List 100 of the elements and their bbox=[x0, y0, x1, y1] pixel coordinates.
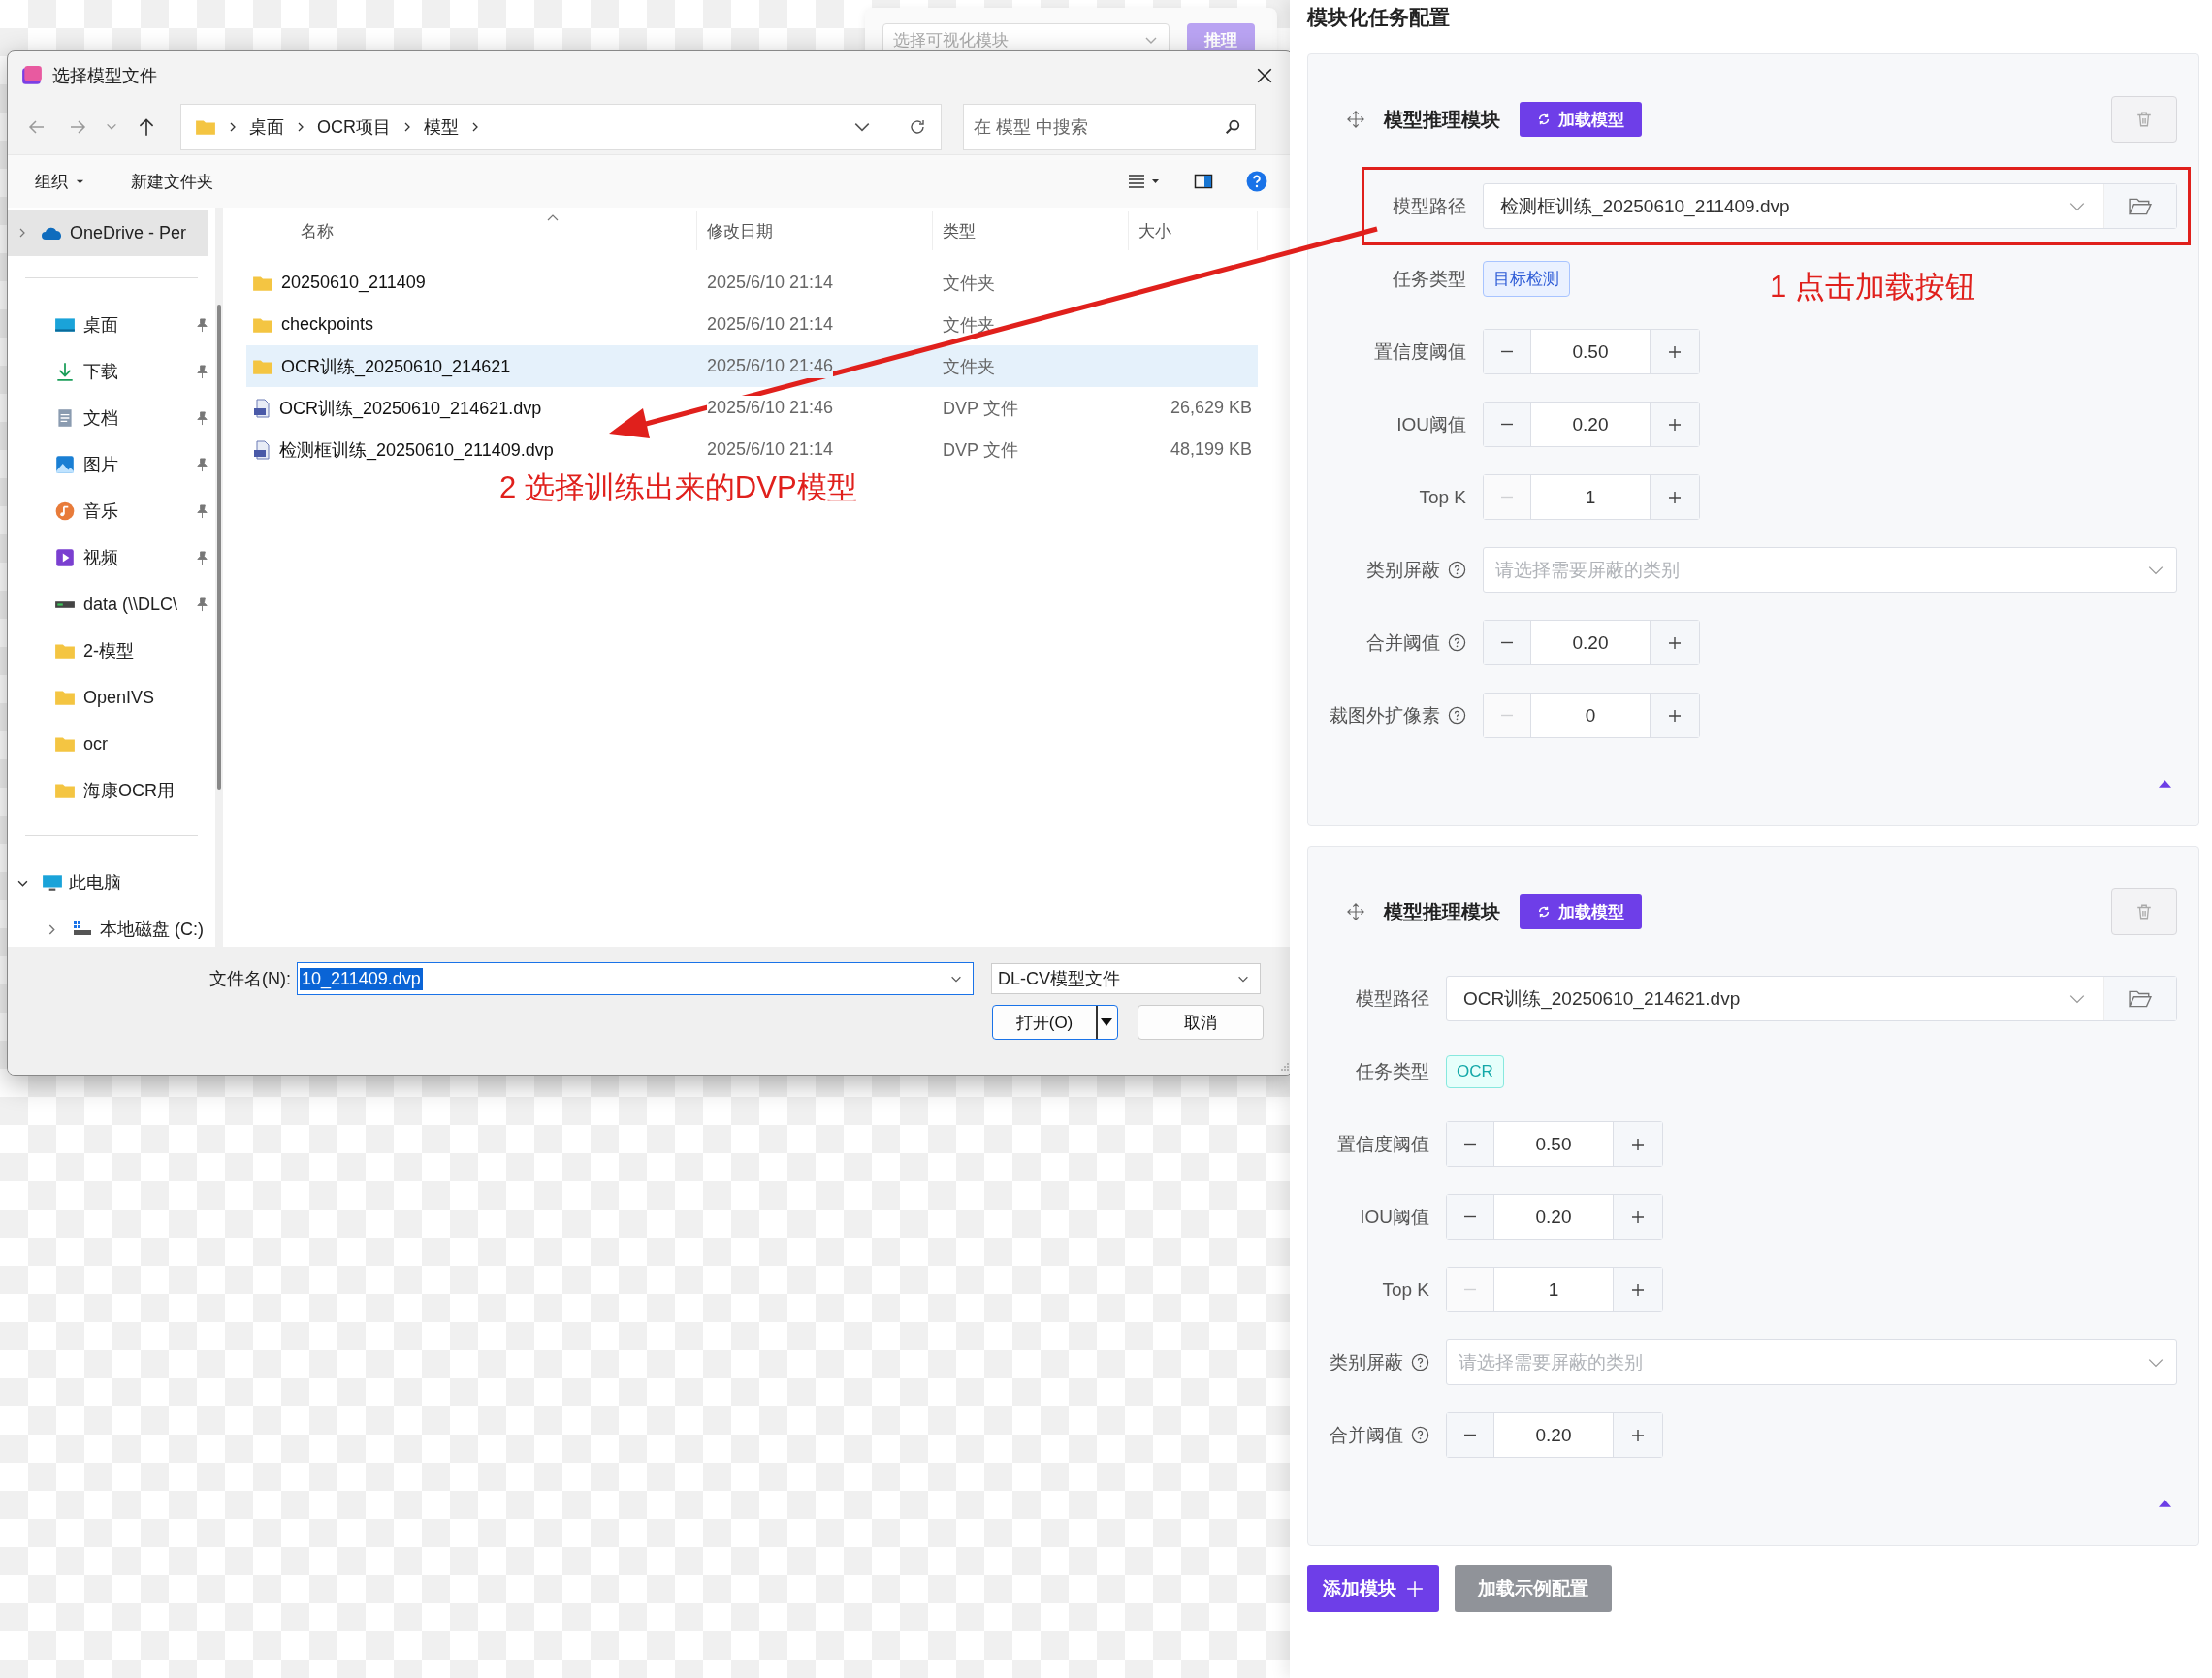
help-icon[interactable] bbox=[1246, 171, 1267, 192]
help-icon[interactable] bbox=[1448, 633, 1466, 652]
column-header[interactable]: 名称 bbox=[246, 211, 697, 250]
folder-icon bbox=[2129, 196, 2152, 216]
file-type-select[interactable]: DL-CV模型文件 bbox=[991, 963, 1261, 994]
organize-menu[interactable]: 组织 bbox=[35, 170, 84, 193]
task-type-tag: 目标检测 bbox=[1483, 261, 1570, 297]
search-icon bbox=[1224, 118, 1241, 136]
field-label: 合并阈值 bbox=[1366, 630, 1440, 655]
sidebar-item[interactable]: 本地磁盘 (C:) bbox=[8, 906, 215, 952]
preview-pane-icon[interactable] bbox=[1194, 172, 1213, 191]
cloud-icon bbox=[41, 225, 64, 241]
add-module-button[interactable]: 添加模块 bbox=[1307, 1565, 1439, 1612]
field-label: 类别屏蔽 bbox=[1366, 558, 1440, 582]
minus-icon bbox=[1499, 714, 1515, 717]
drag-handle-icon[interactable] bbox=[1347, 111, 1364, 128]
annotation-text: 1 点击加载按钮 bbox=[1770, 269, 1975, 306]
panel-title: 模块化任务配置 bbox=[1307, 5, 1451, 30]
file-row[interactable]: OCR训练_20250610_214621 2025/6/10 21:46 文件夹 bbox=[246, 345, 1258, 387]
chevron-right-icon bbox=[296, 122, 305, 132]
close-icon[interactable] bbox=[1256, 67, 1273, 84]
scrollbar[interactable] bbox=[217, 305, 221, 790]
drag-handle-icon[interactable] bbox=[1347, 903, 1364, 920]
refresh-icon bbox=[1537, 113, 1551, 126]
field-label: 置信度阈值 bbox=[1337, 1132, 1429, 1156]
file-type: DVP 文件 bbox=[942, 397, 1019, 420]
field-label: Top K bbox=[1382, 1278, 1429, 1301]
module-title: 模型推理模块 bbox=[1384, 899, 1500, 924]
stepper-value: 1 bbox=[1584, 485, 1597, 509]
filename-field[interactable]: 10_211409.dvp bbox=[297, 962, 974, 995]
file-name: 检测框训练_20250610_211409.dvp bbox=[279, 438, 554, 462]
field-label: 置信度阈值 bbox=[1374, 339, 1466, 364]
search-field[interactable]: 在 模型 中搜索 bbox=[963, 104, 1256, 150]
field-label: 模型路径 bbox=[1392, 194, 1466, 218]
sidebar-item[interactable]: 2-模型 bbox=[8, 628, 215, 674]
plus-icon bbox=[1406, 1580, 1424, 1597]
help-icon[interactable] bbox=[1448, 706, 1466, 725]
annotation-text: 2 选择训练出来的DVP模型 bbox=[499, 469, 857, 506]
stepper-value: 0.20 bbox=[1571, 412, 1610, 436]
resize-grip-icon[interactable] bbox=[1280, 1062, 1290, 1072]
sidebar-item[interactable]: 此电脑 bbox=[8, 859, 215, 906]
breadcrumb-item[interactable]: 模型 bbox=[424, 115, 459, 139]
plus-icon bbox=[1630, 1136, 1646, 1152]
minus-icon bbox=[1499, 350, 1515, 353]
file-name: checkpoints bbox=[281, 314, 374, 335]
help-icon[interactable] bbox=[1448, 561, 1466, 579]
folder-icon bbox=[252, 357, 273, 375]
browse-button[interactable] bbox=[2103, 184, 2176, 228]
browse-button[interactable] bbox=[2103, 977, 2176, 1020]
sidebar-item[interactable]: 视频 bbox=[8, 534, 215, 581]
stepper-value: 0.50 bbox=[1571, 339, 1610, 364]
help-icon[interactable] bbox=[1411, 1353, 1429, 1371]
minus-icon bbox=[1462, 1434, 1478, 1436]
stepper-value: 1 bbox=[1547, 1277, 1560, 1302]
delete-button[interactable] bbox=[2111, 888, 2177, 935]
sidebar-item[interactable]: 海康OCR用 bbox=[8, 767, 215, 814]
view-options-icon[interactable] bbox=[1126, 172, 1161, 191]
breadcrumb-item[interactable]: OCR项目 bbox=[317, 115, 391, 139]
minus-icon bbox=[1499, 641, 1515, 644]
collapse-icon[interactable] bbox=[2159, 1499, 2171, 1507]
plus-icon bbox=[1667, 343, 1683, 360]
sidebar-item[interactable]: OpenIVS bbox=[8, 674, 215, 721]
download-icon bbox=[54, 361, 76, 382]
cancel-button[interactable]: 取消 bbox=[1138, 1005, 1264, 1040]
plus-icon bbox=[1630, 1209, 1646, 1225]
chevron-right-icon[interactable] bbox=[470, 122, 480, 132]
breadcrumb-item[interactable]: 桌面 bbox=[249, 115, 284, 139]
folder-icon bbox=[195, 118, 216, 136]
help-icon[interactable] bbox=[1411, 1426, 1429, 1444]
refresh-icon[interactable] bbox=[908, 117, 927, 137]
file-name: 20250610_211409 bbox=[281, 273, 426, 293]
stepper-value: 0.20 bbox=[1534, 1423, 1573, 1447]
chevron-right-icon bbox=[228, 122, 238, 132]
column-header[interactable]: 修改日期 bbox=[697, 211, 933, 250]
trash-icon bbox=[2135, 111, 2153, 128]
sidebar-item[interactable]: data (\\DLC\ bbox=[8, 581, 215, 628]
sidebar-item[interactable]: 图片 bbox=[8, 441, 215, 488]
sidebar-item[interactable]: 下载 bbox=[8, 348, 215, 395]
sidebar-item[interactable]: 文档 bbox=[8, 395, 215, 441]
stepper-value: 0.20 bbox=[1571, 630, 1610, 655]
column-header[interactable]: 大小 bbox=[1129, 211, 1258, 250]
address-bar[interactable]: 桌面 OCR项目 模型 bbox=[180, 104, 942, 150]
trash-icon bbox=[2135, 903, 2153, 920]
music-icon bbox=[54, 500, 76, 522]
open-button[interactable]: 打开(O) bbox=[992, 1005, 1118, 1040]
column-header[interactable]: 类型 bbox=[933, 211, 1129, 250]
sidebar-item[interactable]: ocr bbox=[8, 721, 215, 767]
minus-icon bbox=[1462, 1143, 1478, 1146]
load-model-button[interactable]: 加载模型 bbox=[1520, 102, 1642, 137]
model-path-field[interactable]: OCR训练_20250610_214621.dvp bbox=[1446, 976, 2177, 1021]
load-model-button[interactable]: 加载模型 bbox=[1520, 894, 1642, 929]
model-path-field[interactable]: 检测框训练_20250610_211409.dvp bbox=[1483, 183, 2177, 229]
sidebar-item[interactable]: 音乐 bbox=[8, 488, 215, 534]
collapse-icon[interactable] bbox=[2159, 779, 2171, 788]
delete-button[interactable] bbox=[2111, 96, 2177, 143]
sidebar-item[interactable]: 桌面 bbox=[8, 302, 215, 348]
task-type-tag: OCR bbox=[1446, 1054, 1504, 1088]
video-icon bbox=[54, 547, 76, 568]
new-folder-button[interactable]: 新建文件夹 bbox=[131, 170, 213, 193]
sidebar-item[interactable]: OneDrive - Per bbox=[8, 210, 208, 256]
